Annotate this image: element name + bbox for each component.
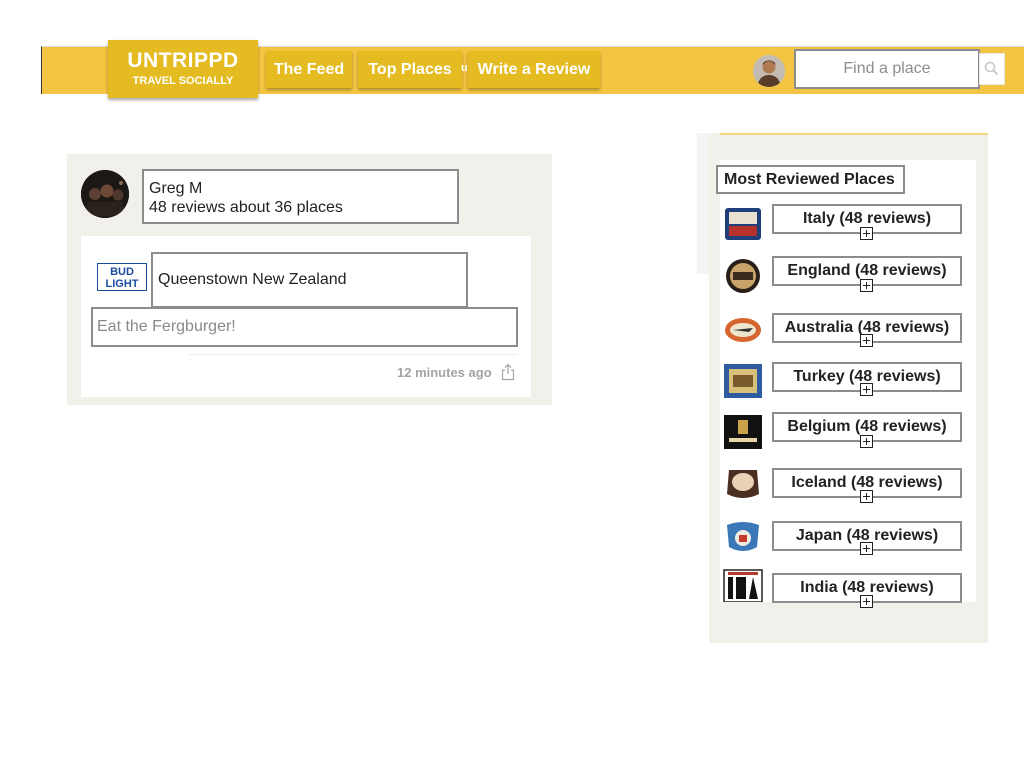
- expand-icon[interactable]: [860, 595, 873, 608]
- review-timestamp: 12 minutes ago: [397, 365, 492, 380]
- place-logo-iceland: [723, 466, 763, 502]
- profile-avatar[interactable]: [81, 170, 129, 218]
- place-logo-italy: [723, 206, 763, 242]
- place-logo-england: [723, 258, 763, 294]
- search-icon: [984, 61, 999, 76]
- search-input[interactable]: [794, 49, 980, 89]
- brand-subtitle: TRAVEL SOCIALLY: [132, 75, 234, 87]
- share-button[interactable]: [501, 363, 515, 381]
- share-icon: [501, 363, 515, 381]
- badge-icon: [725, 318, 761, 342]
- place-logo-india: [723, 569, 763, 602]
- place-logo-turkey: [723, 363, 763, 399]
- brand-title: UNTRIPPD: [127, 49, 239, 72]
- place-logo-australia: [723, 312, 763, 348]
- sidebar-edge: [697, 133, 709, 274]
- profile-info: Greg M 48 reviews about 36 places: [142, 169, 459, 224]
- profile-stats: 48 reviews about 36 places: [149, 199, 343, 216]
- expand-icon[interactable]: [860, 227, 873, 240]
- card-divider: [189, 354, 518, 355]
- expand-icon[interactable]: [860, 542, 873, 555]
- profile-photo-icon: [81, 170, 129, 218]
- badge-icon: [724, 415, 762, 449]
- brand-logo[interactable]: UNTRIPPD TRAVEL SOCIALLY: [108, 40, 258, 98]
- nav-write-review-button[interactable]: Write a Review: [468, 51, 600, 88]
- badge-icon: [727, 470, 759, 498]
- place-logo-line2: LIGHT: [105, 278, 139, 290]
- badge-icon: [727, 522, 759, 551]
- nav-top-places-button[interactable]: Top Places: [358, 51, 462, 88]
- profile-name[interactable]: Greg M: [149, 179, 457, 198]
- place-logo-line1: BUD: [110, 266, 134, 278]
- badge-icon: [725, 208, 761, 240]
- review-text-input[interactable]: [91, 307, 518, 347]
- sidebar-title: Most Reviewed Places: [716, 165, 905, 194]
- search-button[interactable]: [979, 53, 1005, 85]
- place-logo-belgium: [723, 414, 763, 450]
- badge-icon: [726, 259, 760, 293]
- badge-icon: [724, 364, 762, 398]
- expand-icon[interactable]: [860, 490, 873, 503]
- review-place-name[interactable]: Queenstown New Zealand: [151, 252, 468, 308]
- expand-icon[interactable]: [860, 383, 873, 396]
- expand-icon[interactable]: [860, 279, 873, 292]
- sidebar-top-border: [720, 133, 988, 135]
- person-icon: [753, 55, 785, 87]
- nav-separator: u: [461, 62, 468, 74]
- place-logo: BUD LIGHT: [97, 263, 147, 291]
- expand-icon[interactable]: [860, 435, 873, 448]
- user-avatar[interactable]: [753, 55, 785, 87]
- expand-icon[interactable]: [860, 334, 873, 347]
- badge-icon: [723, 569, 763, 602]
- nav-feed-button[interactable]: The Feed: [266, 51, 352, 88]
- place-logo-japan: [723, 519, 763, 555]
